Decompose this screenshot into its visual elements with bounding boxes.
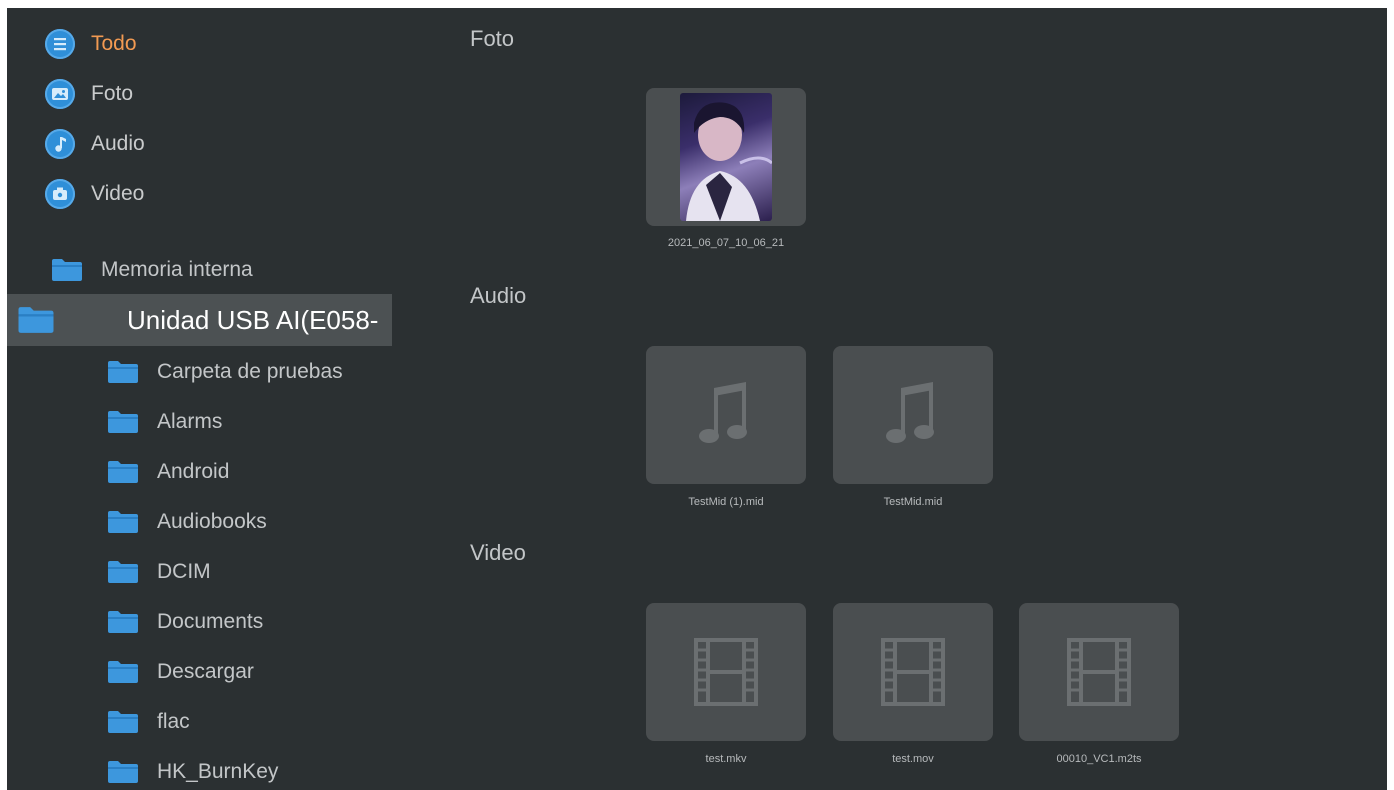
music-note-icon — [886, 382, 934, 443]
music-note-icon — [699, 382, 747, 443]
folder-label: Descargar — [157, 660, 254, 683]
folder-item[interactable]: Android — [107, 452, 229, 492]
folder-label: HK_BurnKey — [157, 760, 279, 783]
folder-item[interactable]: Carpeta de pruebas — [107, 352, 343, 392]
audio-caption-2: TestMid.mid — [883, 496, 943, 508]
video-tile-1[interactable] — [646, 603, 806, 741]
folder-icon — [108, 611, 138, 633]
category-foto[interactable]: Foto — [45, 74, 133, 114]
folder-icon — [108, 661, 138, 683]
folder-item[interactable]: flac — [107, 702, 190, 742]
category-label: Todo — [91, 32, 137, 55]
video-caption-2: test.mov — [892, 753, 934, 765]
film-icon — [1067, 638, 1131, 706]
storage-internal-label: Memoria interna — [101, 258, 253, 281]
film-icon — [694, 638, 758, 706]
folder-icon — [108, 561, 138, 583]
storage-usb-selected[interactable]: Unidad USB AI(E058- — [7, 294, 392, 346]
storage-usb-label: Unidad USB AI(E058- — [127, 304, 379, 335]
video-camera-icon — [45, 179, 75, 209]
video-tile-2[interactable] — [833, 603, 993, 741]
folder-label: flac — [157, 710, 190, 733]
category-label: Audio — [91, 132, 145, 155]
folder-icon — [108, 361, 138, 383]
folder-item[interactable]: HK_BurnKey — [107, 752, 278, 790]
folder-label: Carpeta de pruebas — [157, 360, 343, 383]
folder-label: Audiobooks — [157, 510, 267, 533]
folder-icon — [52, 259, 82, 281]
video-caption-1: test.mkv — [705, 753, 747, 765]
folder-item[interactable]: Documents — [107, 602, 263, 642]
folder-icon — [18, 307, 54, 333]
folder-label: DCIM — [157, 560, 211, 583]
audio-tile-2[interactable] — [833, 346, 993, 484]
audio-tile-1[interactable] — [646, 346, 806, 484]
folder-label: Alarms — [157, 410, 223, 433]
video-caption-3: 00010_VC1.m2ts — [1056, 753, 1142, 765]
folder-icon — [108, 761, 138, 783]
film-icon — [881, 638, 945, 706]
category-label: Video — [91, 182, 145, 205]
folder-icon — [108, 461, 138, 483]
storage-internal[interactable]: Memoria interna — [51, 250, 253, 290]
photo-caption: 2021_06_07_10_06_21 — [667, 237, 785, 249]
category-todo[interactable]: Todo — [45, 24, 137, 64]
photo-icon — [45, 79, 75, 109]
folder-item[interactable]: Descargar — [107, 652, 254, 692]
list-icon — [45, 29, 75, 59]
category-audio[interactable]: Audio — [45, 124, 145, 164]
category-label: Foto — [91, 82, 134, 105]
section-title-video: Video — [470, 540, 526, 565]
folder-item[interactable]: DCIM — [107, 552, 211, 592]
music-note-icon — [45, 129, 75, 159]
folder-label: Documents — [157, 610, 264, 633]
sidebar: Todo Foto Audio Video Memoria interna Un… — [7, 8, 392, 790]
folder-icon — [108, 711, 138, 733]
folder-item[interactable]: Audiobooks — [107, 502, 267, 542]
audio-caption-1: TestMid (1).mid — [688, 496, 764, 508]
folder-label: Android — [157, 460, 230, 483]
video-tile-3[interactable] — [1019, 603, 1179, 741]
folder-icon — [108, 511, 138, 533]
photo-thumbnail — [680, 93, 772, 221]
section-title-audio: Audio — [470, 283, 527, 308]
photo-tile[interactable] — [646, 88, 806, 226]
folder-item[interactable]: Alarms — [107, 402, 222, 442]
section-title-foto: Foto — [470, 26, 515, 51]
folder-icon — [108, 411, 138, 433]
category-video[interactable]: Video — [45, 174, 144, 214]
file-browser-screen: Todo Foto Audio Video Memoria interna Un… — [7, 8, 1387, 790]
